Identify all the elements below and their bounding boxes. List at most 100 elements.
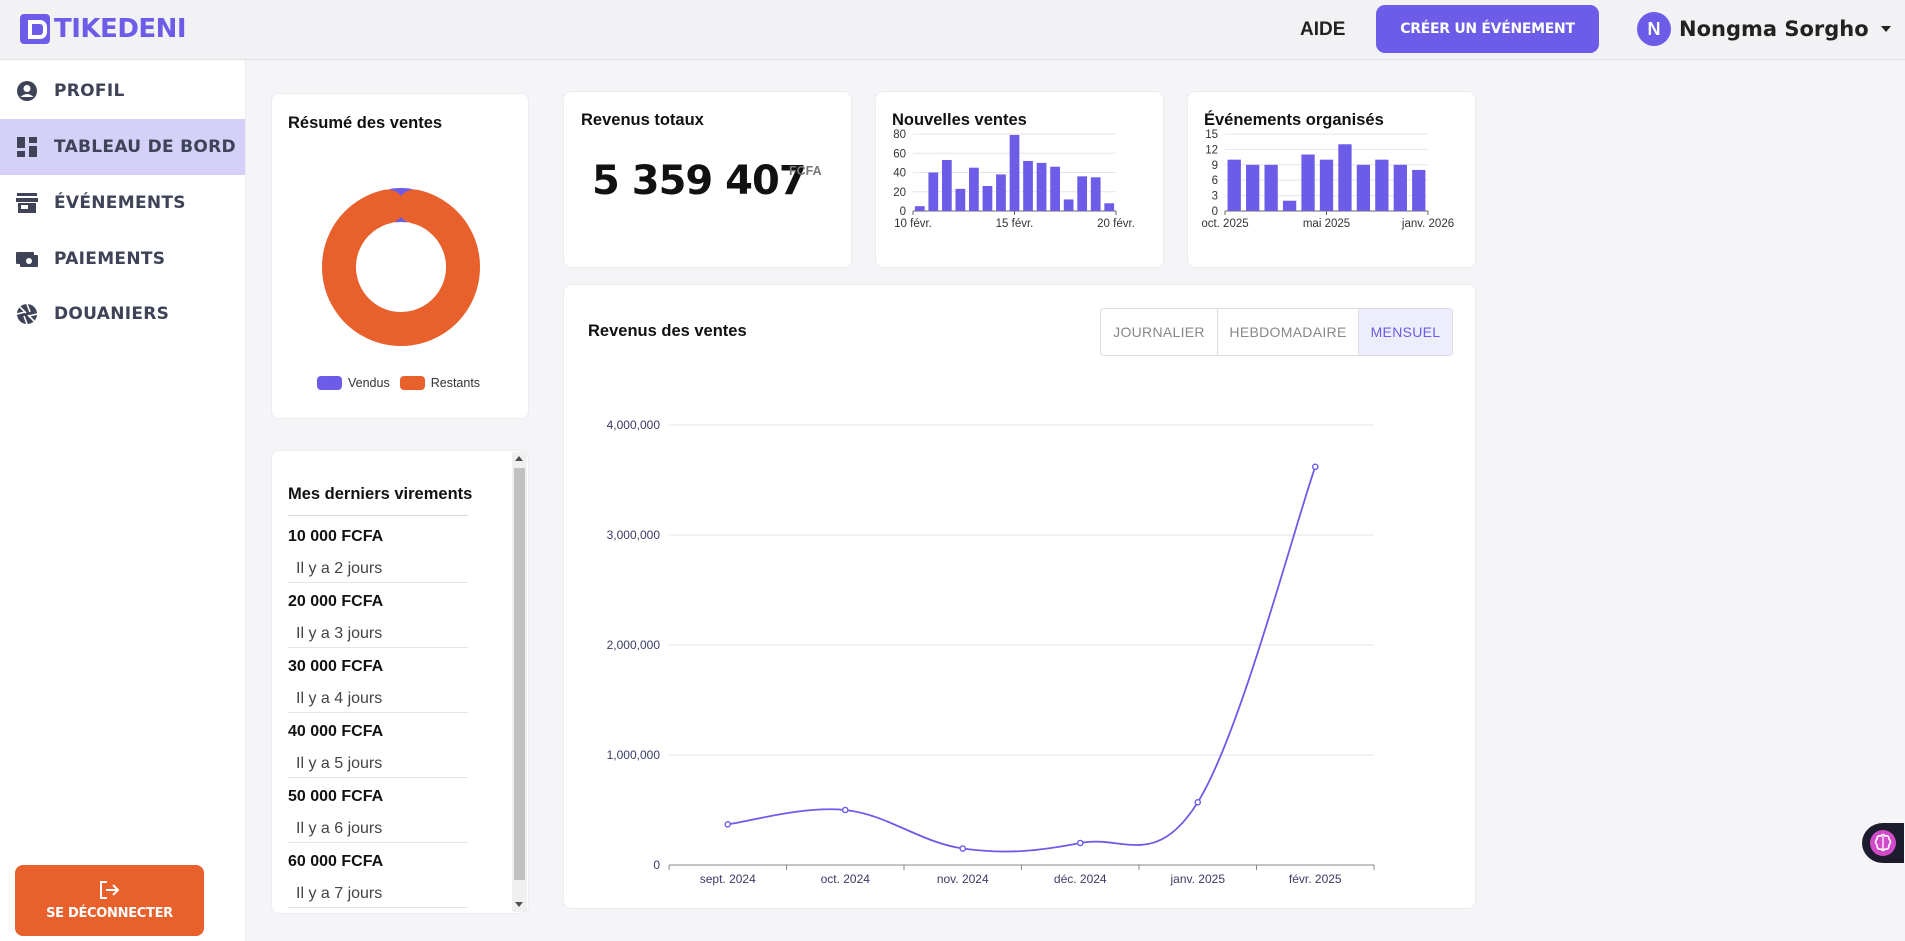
store-icon	[16, 192, 38, 214]
bar	[1050, 166, 1060, 211]
bar	[982, 185, 993, 211]
user-circle-icon	[16, 80, 38, 102]
y-tick-label: 0	[900, 206, 906, 218]
y-tick-label: 3	[1212, 191, 1218, 203]
bar	[1009, 134, 1020, 211]
transfer-amount: 50 000 FCFA	[288, 788, 384, 805]
logout-label: SE DÉCONNECTER	[46, 906, 173, 921]
card-title: Mes derniers virements	[288, 485, 473, 503]
sidebar-item-label: PROFIL	[54, 81, 125, 101]
bar	[1338, 144, 1352, 211]
bar	[1104, 203, 1115, 211]
sales-summary-card: Résumé des ventes Vendus Restants	[271, 93, 529, 419]
series-line	[727, 466, 1317, 853]
scroll-thumb[interactable]	[514, 468, 525, 880]
y-tick-label: 9	[1212, 160, 1218, 172]
data-point	[1311, 463, 1319, 471]
sidebar-item-evenements[interactable]: ÉVÉNEMENTS	[0, 175, 245, 231]
sales-revenue-chart[interactable]: 0 1,000,000 2,000,000 3,000,000 4,000,000 sep…	[564, 285, 1477, 910]
scrollbar[interactable]	[512, 452, 527, 912]
donut-chart[interactable]	[272, 169, 530, 369]
x-tick-label: 15 févr.	[996, 218, 1034, 230]
legend-item[interactable]: Restants	[399, 376, 480, 390]
sidebar-item-label: DOUANIERS	[54, 304, 170, 324]
sales-revenue-card: Revenus des ventes 0 1,000,000 2,000,000 3,…	[563, 284, 1476, 909]
chevron-down-icon	[1880, 26, 1891, 32]
logout-icon	[99, 881, 119, 899]
period-daily-button[interactable]: JOURNALIER	[1101, 309, 1218, 355]
bar	[955, 188, 966, 211]
brand-logo[interactable]: TIKEDENI	[20, 14, 187, 44]
user-name: Nongma Sorgho	[1679, 17, 1869, 41]
brand-name: TIKEDENI	[54, 14, 187, 44]
legend-item[interactable]: Vendus	[317, 376, 390, 390]
x-tick-label: oct. 2025	[1201, 218, 1248, 230]
transfer-time: Il y a 2 jours	[296, 560, 383, 577]
y-tick-label: 2,000,000	[607, 638, 661, 652]
list-item[interactable]: 30 000 FCFA Il y a 4 jours	[288, 648, 468, 713]
x-tick-label: janv. 2026	[1401, 218, 1454, 230]
assistant-button[interactable]	[1862, 823, 1904, 863]
sidebar-item-dashboard[interactable]: TABLEAU DE BORD	[0, 119, 245, 175]
bar	[914, 206, 925, 211]
card-title: Résumé des ventes	[288, 114, 443, 132]
period-selector: JOURNALIER HEBDOMADAIRE MENSUEL	[1100, 308, 1453, 356]
list-item[interactable]: 20 000 FCFA Il y a 3 jours	[288, 583, 468, 648]
help-link[interactable]: AIDE	[1300, 19, 1345, 41]
y-tick-label: 6	[1212, 175, 1218, 187]
scroll-up-icon[interactable]	[515, 456, 523, 461]
sidebar: PROFIL TABLEAU DE BORD ÉVÉNEMENTS PAIEME…	[0, 60, 246, 941]
legend-swatch	[399, 376, 425, 390]
aperture-icon	[16, 303, 38, 325]
y-tick-label: 40	[893, 168, 906, 180]
transfers-card: Mes derniers virements 10 000 FCFA Il y …	[271, 450, 529, 914]
donut-slice-restants	[322, 189, 480, 346]
bar	[1301, 154, 1315, 211]
bar	[928, 172, 939, 211]
list-item[interactable]: 50 000 FCFA Il y a 6 jours	[288, 778, 468, 843]
legend-swatch	[317, 376, 342, 390]
sidebar-item-profil[interactable]: PROFIL	[0, 63, 245, 119]
user-menu[interactable]: N Nongma Sorgho	[1637, 12, 1891, 46]
currency-unit: FCFA	[789, 164, 822, 178]
card-title: Revenus totaux	[581, 111, 704, 129]
y-tick-label: 1,000,000	[607, 748, 661, 762]
bar	[1393, 164, 1407, 211]
transfer-time: Il y a 3 jours	[296, 625, 383, 642]
bar	[1077, 176, 1088, 211]
transfer-amount: 30 000 FCFA	[288, 658, 384, 675]
sidebar-item-label: TABLEAU DE BORD	[54, 137, 236, 157]
x-tick-label: mai 2025	[1303, 218, 1350, 230]
period-monthly-button[interactable]: MENSUEL	[1359, 309, 1452, 355]
data-point	[724, 821, 732, 828]
chart-legend: Vendus Restants	[317, 376, 480, 390]
brain-icon	[1870, 830, 1896, 856]
x-tick-label: déc. 2024	[1054, 872, 1107, 886]
create-event-button[interactable]: CRÉER UN ÉVÉNEMENT	[1376, 5, 1599, 53]
bar	[941, 159, 952, 211]
total-revenue-card: Revenus totaux 5 359 407 FCFA	[563, 91, 852, 268]
new-sales-chart[interactable]: 0 20 40 60 80 10 févr. 15 févr. 20 févr.	[876, 129, 1165, 269]
sidebar-item-label: PAIEMENTS	[54, 249, 166, 269]
bar	[1264, 164, 1278, 211]
bar	[1375, 159, 1389, 211]
bar	[1356, 164, 1371, 211]
transfer-amount: 60 000 FCFA	[288, 853, 384, 870]
y-tick-label: 80	[893, 129, 906, 141]
sidebar-item-douaniers[interactable]: DOUANIERS	[0, 286, 245, 342]
events-organized-chart[interactable]: 0 3 6 9 12 15 oct. 2025 mai 2025 janv. 2026	[1188, 129, 1477, 269]
scroll-down-icon[interactable]	[515, 902, 523, 907]
y-tick-label: 4,000,000	[607, 418, 661, 432]
list-item[interactable]: 10 000 FCFA Il y a 2 jours	[288, 518, 468, 583]
transfer-time: Il y a 7 jours	[296, 885, 383, 902]
list-item[interactable]: 60 000 FCFA Il y a 7 jours	[288, 843, 468, 908]
transfer-amount: 40 000 FCFA	[288, 723, 384, 740]
logout-button[interactable]: SE DÉCONNECTER	[15, 865, 204, 936]
new-sales-card: Nouvelles ventes 0 20 40 60 80 10 févr. 15 fév…	[875, 91, 1164, 268]
sidebar-item-paiements[interactable]: PAIEMENTS	[0, 231, 245, 287]
bar	[1227, 159, 1241, 211]
x-tick-label: oct. 2024	[821, 872, 871, 886]
payments-icon	[16, 248, 38, 270]
list-item[interactable]: 40 000 FCFA Il y a 5 jours	[288, 713, 468, 778]
period-weekly-button[interactable]: HEBDOMADAIRE	[1218, 309, 1359, 355]
